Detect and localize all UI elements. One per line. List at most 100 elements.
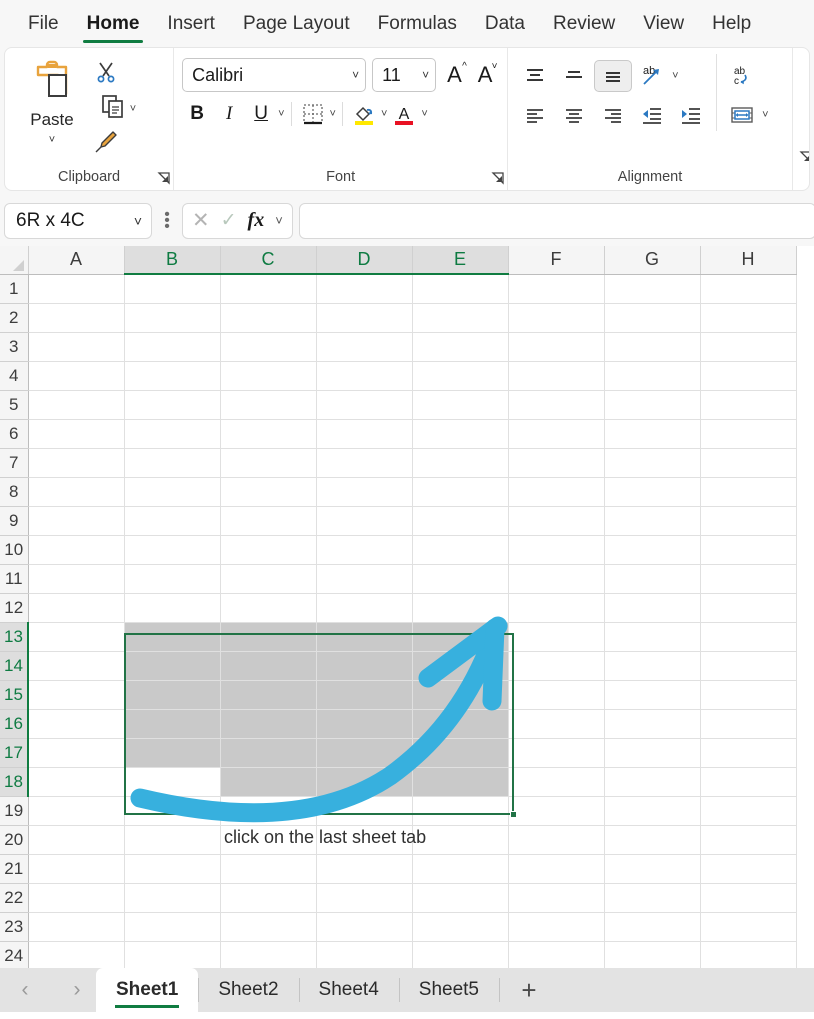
cell-G24[interactable] — [604, 941, 701, 968]
cell-C19[interactable] — [220, 796, 317, 826]
fill-color-dropdown-chevron-icon[interactable]: ˅ — [381, 108, 387, 120]
cell-E14[interactable] — [412, 651, 509, 681]
cell-B4[interactable] — [124, 361, 221, 391]
chevron-right-icon[interactable]: › — [66, 978, 88, 1002]
align-center-icon[interactable] — [555, 99, 593, 131]
italic-button[interactable]: I — [214, 99, 244, 129]
cell-D10[interactable] — [316, 535, 413, 565]
cell-E20[interactable] — [412, 825, 509, 855]
cell-G18[interactable] — [604, 767, 701, 797]
cell-H18[interactable] — [700, 767, 797, 797]
cell-A6[interactable] — [28, 419, 125, 449]
cell-C18[interactable] — [220, 767, 317, 797]
cell-E3[interactable] — [412, 332, 509, 362]
cell-A16[interactable] — [28, 709, 125, 739]
column-header-f[interactable]: F — [508, 246, 605, 275]
cell-A20[interactable] — [28, 825, 125, 855]
cell-H2[interactable] — [700, 303, 797, 333]
cell-C17[interactable] — [220, 738, 317, 768]
cell-H3[interactable] — [700, 332, 797, 362]
column-header-c[interactable]: C — [220, 246, 317, 275]
wrap-text-icon[interactable]: ab c — [723, 60, 761, 92]
cell-G14[interactable] — [604, 651, 701, 681]
cell-H4[interactable] — [700, 361, 797, 391]
cell-A11[interactable] — [28, 564, 125, 594]
cell-A12[interactable] — [28, 593, 125, 623]
cell-A4[interactable] — [28, 361, 125, 391]
cell-C10[interactable] — [220, 535, 317, 565]
cell-F2[interactable] — [508, 303, 605, 333]
cell-F5[interactable] — [508, 390, 605, 420]
align-top-icon[interactable] — [516, 60, 554, 92]
cell-F3[interactable] — [508, 332, 605, 362]
font-dialog-launcher-icon[interactable] — [491, 171, 505, 185]
row-header-10[interactable]: 10 — [0, 535, 29, 565]
row-header-23[interactable]: 23 — [0, 912, 29, 942]
increase-indent-icon[interactable] — [672, 99, 710, 131]
cut-icon[interactable] — [94, 60, 118, 89]
paste-button[interactable]: Paste ˅ — [13, 56, 91, 159]
cell-B5[interactable] — [124, 390, 221, 420]
cell-A8[interactable] — [28, 477, 125, 507]
cell-B12[interactable] — [124, 593, 221, 623]
orientation-dropdown-chevron-icon[interactable]: ˅ — [672, 70, 678, 82]
cell-B13[interactable] — [124, 622, 221, 652]
cell-B23[interactable] — [124, 912, 221, 942]
cell-G11[interactable] — [604, 564, 701, 594]
cell-C9[interactable] — [220, 506, 317, 536]
cell-D3[interactable] — [316, 332, 413, 362]
cell-E16[interactable] — [412, 709, 509, 739]
cell-D9[interactable] — [316, 506, 413, 536]
cell-B6[interactable] — [124, 419, 221, 449]
bold-button[interactable]: B — [182, 99, 212, 129]
row-header-24[interactable]: 24 — [0, 941, 29, 968]
orientation-icon[interactable]: ab — [633, 60, 671, 92]
cell-E6[interactable] — [412, 419, 509, 449]
cell-C2[interactable] — [220, 303, 317, 333]
cell-E5[interactable] — [412, 390, 509, 420]
cell-C11[interactable] — [220, 564, 317, 594]
row-header-4[interactable]: 4 — [0, 361, 29, 391]
ribbon-tab-view[interactable]: View — [629, 7, 698, 41]
cell-G7[interactable] — [604, 448, 701, 478]
cell-C5[interactable] — [220, 390, 317, 420]
cell-H12[interactable] — [700, 593, 797, 623]
cell-F20[interactable] — [508, 825, 605, 855]
font-color-icon[interactable]: A — [389, 99, 419, 129]
row-header-9[interactable]: 9 — [0, 506, 29, 536]
cell-B10[interactable] — [124, 535, 221, 565]
ribbon-tab-file[interactable]: File — [14, 7, 73, 41]
cell-B19[interactable] — [124, 796, 221, 826]
cell-H22[interactable] — [700, 883, 797, 913]
cell-B14[interactable] — [124, 651, 221, 681]
cell-G20[interactable] — [604, 825, 701, 855]
cell-H20[interactable] — [700, 825, 797, 855]
font-name-chevron-icon[interactable]: ˅ — [352, 68, 359, 82]
font-name-select[interactable]: Calibri ˅ — [182, 58, 367, 92]
ribbon-tab-review[interactable]: Review — [539, 7, 629, 41]
row-header-19[interactable]: 19 — [0, 796, 29, 826]
cell-G22[interactable] — [604, 883, 701, 913]
cell-F23[interactable] — [508, 912, 605, 942]
cell-C15[interactable] — [220, 680, 317, 710]
cell-E12[interactable] — [412, 593, 509, 623]
copy-icon[interactable] — [100, 93, 126, 124]
cell-H17[interactable] — [700, 738, 797, 768]
cell-D8[interactable] — [316, 477, 413, 507]
cell-E8[interactable] — [412, 477, 509, 507]
ribbon-tab-page-layout[interactable]: Page Layout — [229, 7, 364, 41]
cell-H5[interactable] — [700, 390, 797, 420]
cell-E22[interactable] — [412, 883, 509, 913]
cell-E15[interactable] — [412, 680, 509, 710]
cell-A24[interactable] — [28, 941, 125, 968]
cell-H23[interactable] — [700, 912, 797, 942]
cell-B24[interactable] — [124, 941, 221, 968]
cell-A10[interactable] — [28, 535, 125, 565]
cell-D18[interactable] — [316, 767, 413, 797]
ribbon-tab-formulas[interactable]: Formulas — [364, 7, 471, 41]
row-header-17[interactable]: 17 — [0, 738, 29, 768]
cell-C3[interactable] — [220, 332, 317, 362]
cell-E24[interactable] — [412, 941, 509, 968]
row-header-6[interactable]: 6 — [0, 419, 29, 449]
cell-F6[interactable] — [508, 419, 605, 449]
